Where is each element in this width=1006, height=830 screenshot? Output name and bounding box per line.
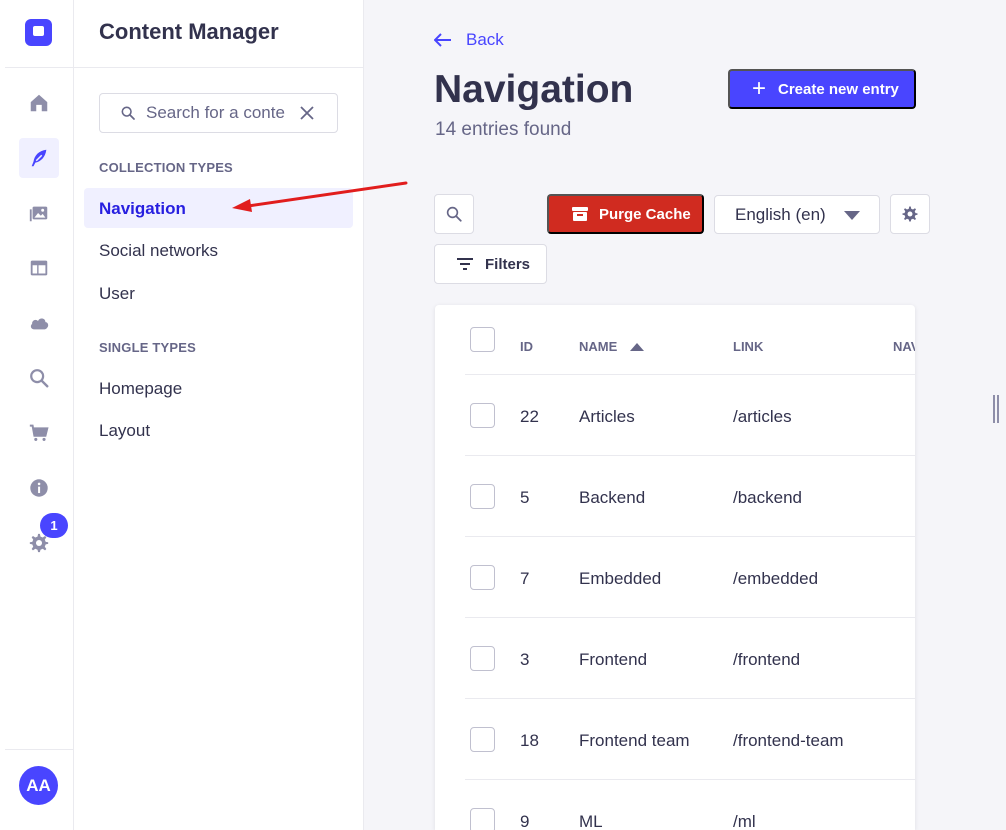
home-icon[interactable] bbox=[19, 83, 59, 123]
single-types-header: SINGLE TYPES bbox=[99, 340, 197, 355]
cell-id: 3 bbox=[520, 650, 530, 669]
cell-name: Embedded bbox=[579, 569, 662, 588]
row-checkbox[interactable] bbox=[470, 403, 495, 428]
search-placeholder: Search for a conte bbox=[146, 103, 285, 122]
cell-name: ML bbox=[579, 812, 603, 830]
chevron-down-icon bbox=[844, 211, 860, 220]
row-checkbox[interactable] bbox=[470, 565, 495, 590]
back-label: Back bbox=[466, 30, 504, 49]
create-label: Create new entry bbox=[778, 80, 899, 98]
row-checkbox[interactable] bbox=[470, 646, 495, 671]
plus-icon: + bbox=[752, 75, 767, 102]
resize-handle[interactable] bbox=[993, 395, 999, 423]
locale-value: English (en) bbox=[735, 204, 826, 224]
cell-link: /articles bbox=[733, 407, 792, 426]
sidebar-item-social-networks[interactable]: Social networks bbox=[99, 241, 218, 261]
content-manager-icon[interactable] bbox=[19, 138, 59, 178]
purge-cache-button[interactable]: Purge Cache bbox=[547, 194, 704, 234]
cell-id: 18 bbox=[520, 731, 539, 750]
cell-name: Frontend team bbox=[579, 731, 690, 750]
cell-id: 9 bbox=[520, 812, 530, 830]
search-icon bbox=[446, 206, 462, 222]
sidebar-title: Content Manager bbox=[99, 19, 279, 44]
page-title: Navigation bbox=[434, 68, 634, 111]
create-new-entry-button[interactable]: + Create new entry bbox=[728, 69, 916, 109]
table-search-button[interactable] bbox=[434, 194, 474, 234]
cell-link: /embedded bbox=[733, 569, 819, 588]
row-checkbox[interactable] bbox=[470, 808, 495, 830]
column-header-name[interactable]: NAME bbox=[579, 339, 645, 354]
info-icon[interactable] bbox=[19, 468, 59, 508]
archive-icon bbox=[572, 207, 588, 221]
column-header-name-label: NAME bbox=[579, 339, 618, 354]
back-link[interactable]: Back bbox=[434, 30, 504, 50]
row-divider bbox=[465, 455, 915, 456]
cell-id: 22 bbox=[520, 407, 539, 426]
column-header-link[interactable]: LINK bbox=[733, 339, 763, 354]
select-all-checkbox[interactable] bbox=[470, 327, 495, 352]
list-settings-button[interactable] bbox=[890, 194, 930, 234]
gear-icon bbox=[902, 206, 918, 222]
notification-badge: 1 bbox=[40, 513, 68, 538]
clear-search-icon[interactable] bbox=[299, 101, 315, 127]
cloud-icon[interactable] bbox=[19, 303, 59, 343]
avatar[interactable]: AA bbox=[19, 766, 58, 805]
row-divider bbox=[465, 617, 915, 618]
filters-label: Filters bbox=[485, 255, 531, 273]
sidebar-item-layout[interactable]: Layout bbox=[99, 421, 150, 441]
content-manager-sidebar: Content Manager Search for a conte COLLE… bbox=[74, 0, 364, 830]
cell-link: /frontend-team bbox=[733, 731, 844, 750]
cell-name: Backend bbox=[579, 488, 646, 507]
row-checkbox[interactable] bbox=[470, 727, 495, 752]
cell-link: /frontend bbox=[733, 650, 801, 669]
row-checkbox[interactable] bbox=[470, 484, 495, 509]
strapi-logo[interactable] bbox=[25, 19, 52, 46]
divider bbox=[74, 67, 363, 68]
search-icon bbox=[121, 106, 135, 120]
row-divider bbox=[465, 374, 915, 375]
entries-table: ID NAME LINK NAV 22 Articles /articles 5… bbox=[435, 305, 915, 830]
row-divider bbox=[465, 536, 915, 537]
entries-count: 14 entries found bbox=[435, 119, 572, 140]
cell-name: Articles bbox=[579, 407, 635, 426]
locale-select[interactable]: English (en) bbox=[714, 195, 880, 234]
sidebar-item-homepage[interactable]: Homepage bbox=[99, 379, 182, 399]
row-divider bbox=[465, 779, 915, 780]
sidebar-search-input[interactable]: Search for a conte bbox=[99, 93, 338, 133]
filters-button[interactable]: Filters bbox=[434, 244, 547, 284]
cell-name: Frontend bbox=[579, 650, 648, 669]
purge-label: Purge Cache bbox=[599, 205, 691, 223]
sidebar-item-user[interactable]: User bbox=[99, 284, 135, 304]
cell-id: 5 bbox=[520, 488, 530, 507]
cell-id: 7 bbox=[520, 569, 530, 588]
row-divider bbox=[465, 698, 915, 699]
cell-link: /backend bbox=[733, 488, 802, 507]
filter-icon bbox=[457, 258, 473, 270]
main-nav-rail: 1 AA bbox=[0, 0, 74, 830]
divider bbox=[5, 749, 73, 750]
column-header-nav[interactable]: NAV bbox=[893, 339, 915, 354]
cell-link: /ml bbox=[733, 812, 756, 830]
arrow-left-icon bbox=[434, 33, 451, 47]
sidebar-item-navigation[interactable]: Navigation bbox=[99, 199, 186, 219]
media-library-icon[interactable] bbox=[19, 193, 59, 233]
collection-types-header: COLLECTION TYPES bbox=[99, 160, 233, 175]
column-header-id[interactable]: ID bbox=[520, 339, 533, 354]
content-type-builder-icon[interactable] bbox=[19, 248, 59, 288]
search-icon[interactable] bbox=[19, 358, 59, 398]
cart-icon[interactable] bbox=[19, 413, 59, 453]
divider bbox=[5, 67, 73, 68]
sort-ascending-icon bbox=[630, 342, 645, 351]
